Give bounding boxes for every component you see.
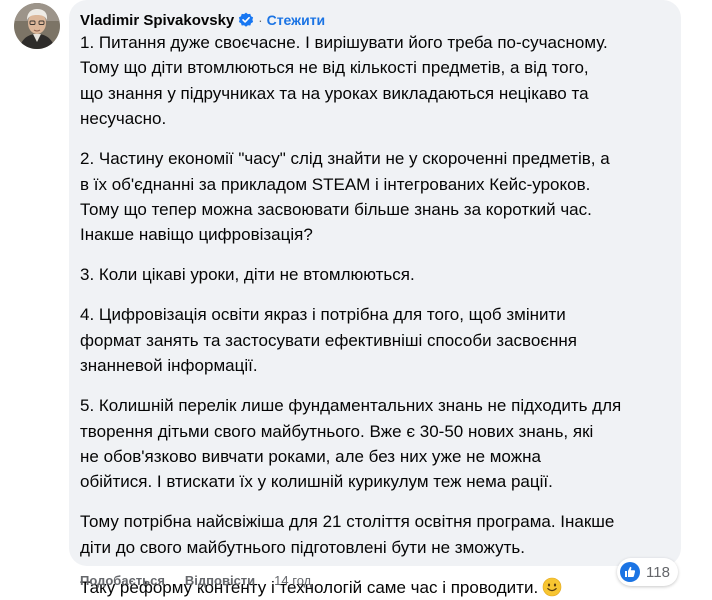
author-name[interactable]: Vladimir Spivakovsky [80,12,234,29]
comment-bubble: Vladimir Spivakovsky · Стежити 1. Питанн… [69,0,681,597]
like-icon [620,562,640,582]
header-separator: · [258,12,263,28]
reply-button[interactable]: Відповісти [185,573,255,588]
like-button[interactable]: Подобається [80,573,165,588]
comment-header: Vladimir Spivakovsky · Стежити [80,10,325,30]
comment-timestamp[interactable]: 14 год [274,573,311,588]
comment-paragraph: 3. Коли цікаві уроки, діти не втомлюютьс… [80,265,415,285]
verified-badge-icon [239,12,254,27]
avatar-image [14,3,60,49]
follow-link[interactable]: Стежити [267,12,326,28]
reaction-count: 118 [646,563,670,581]
comment-paragraph: 4. Цифровізація освіти якраз і потрібна … [80,305,577,376]
avatar[interactable] [14,3,60,49]
comment-actions: Подобається Відповісти 14 год [80,573,311,588]
slightly-smiling-face-icon [542,577,562,597]
comment-paragraph: 1. Питання дуже своєчасне. І вирішувати … [80,33,608,129]
comment-paragraph: 5. Колишній перелік лише фундаментальних… [80,396,622,492]
comment-paragraph: Тому потрібна найсвіжіша для 21 століття… [80,512,615,557]
comment-text: 1. Питання дуже своєчасне. І вирішувати … [80,30,678,600]
reactions-summary[interactable]: 118 [617,558,678,586]
comment-paragraph: 2. Частину економії "часу" слід знайти н… [80,149,610,245]
